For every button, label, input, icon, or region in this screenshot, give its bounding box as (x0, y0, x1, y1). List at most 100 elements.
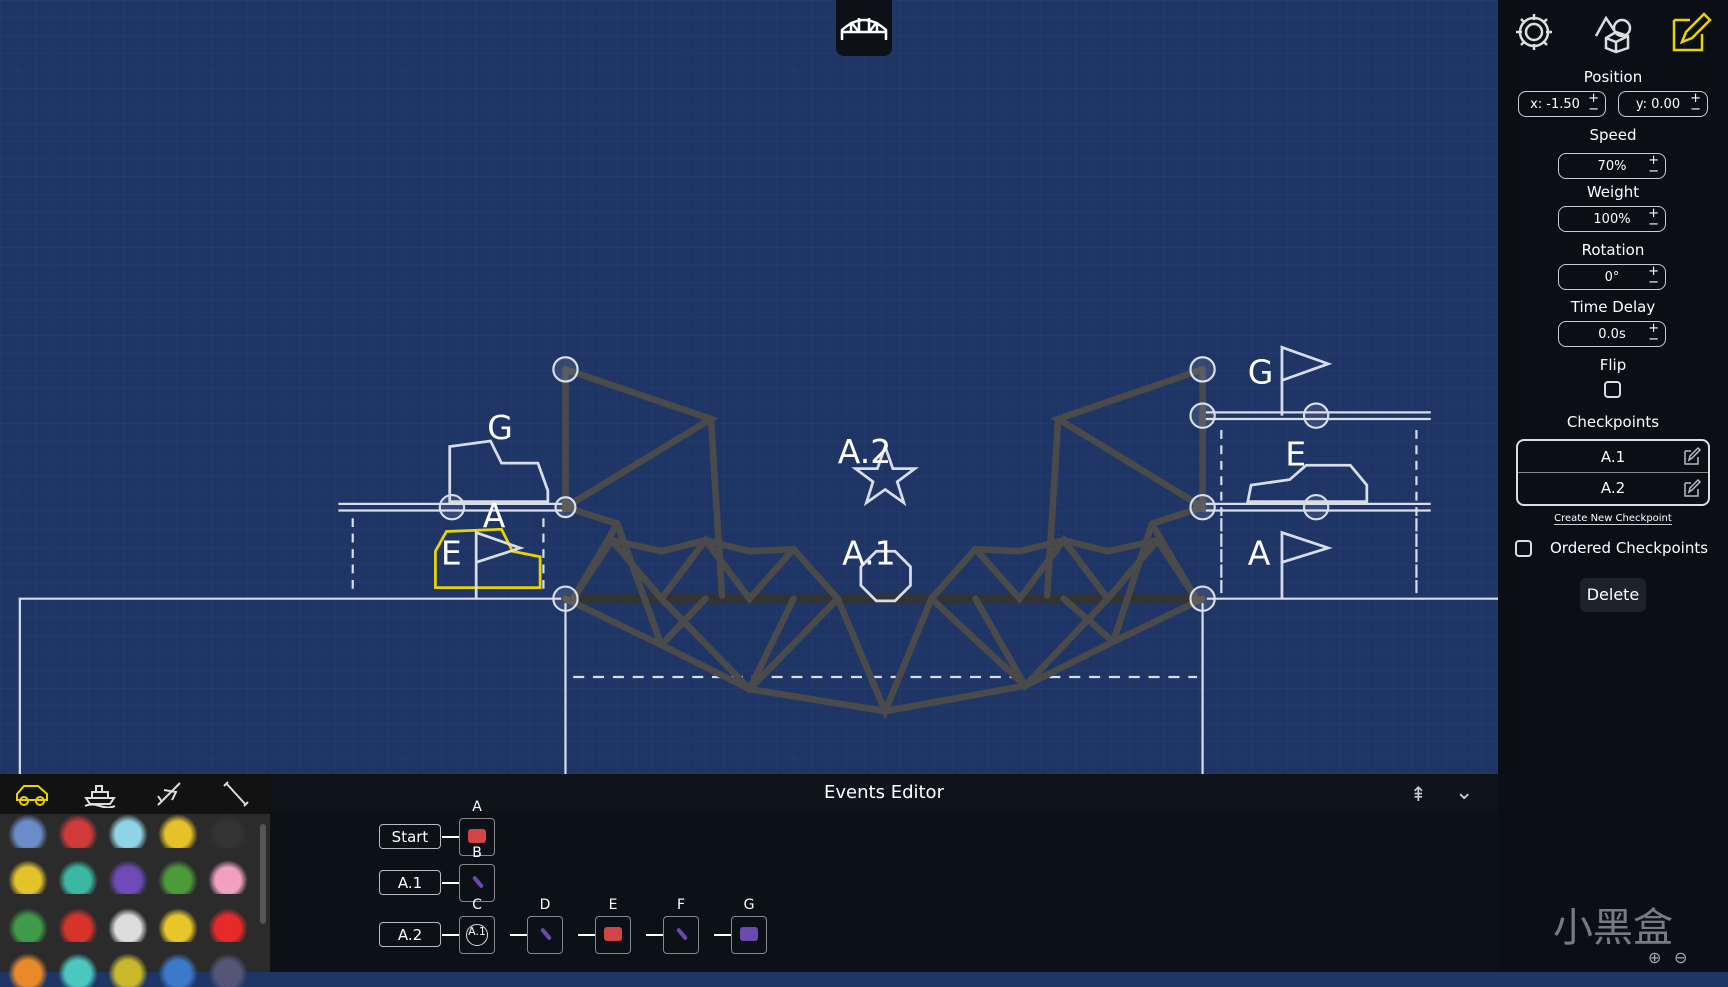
checkpoint-ref-icon: A.1 (466, 924, 488, 946)
rotation-label: Rotation (1581, 241, 1645, 259)
events-editor-title: Events Editor (824, 782, 944, 803)
event-trigger[interactable]: A.2 (379, 922, 441, 947)
purple-tool-icon (675, 927, 689, 941)
vehicle-item[interactable] (208, 953, 248, 987)
purple-tool-icon (539, 927, 553, 941)
bridge-scene[interactable]: G A E A.2 A.1 G E A (0, 0, 1498, 774)
flip-checkbox[interactable] (1604, 381, 1621, 398)
zoom-in-icon[interactable]: ⊕ (1648, 948, 1661, 967)
boat-icon[interactable] (82, 780, 118, 808)
weight-label: Weight (1586, 183, 1640, 201)
edit-icon[interactable] (1666, 10, 1714, 54)
gear-icon[interactable] (1510, 10, 1558, 54)
edit-checkpoint-icon[interactable] (1682, 446, 1702, 466)
speed-stepper[interactable]: + − (1648, 154, 1659, 178)
connector-arrow (646, 934, 663, 936)
vehicle-item[interactable] (158, 953, 198, 987)
connector-arrow (442, 882, 459, 884)
vehicle-item[interactable] (158, 860, 198, 894)
vehicle-item[interactable] (58, 908, 98, 942)
y-value: y: 0.00 (1635, 96, 1681, 112)
y-stepper[interactable]: + − (1690, 92, 1701, 116)
label-left-a: A (483, 496, 506, 535)
x-stepper[interactable]: + − (1588, 92, 1599, 116)
vehicle-item[interactable] (208, 860, 248, 894)
connector-arrow (442, 934, 459, 936)
create-new-checkpoint-link[interactable]: Create New Checkpoint (1498, 513, 1728, 525)
event-step-label: A (472, 799, 482, 815)
time-delay-value: 0.0s (1598, 326, 1626, 342)
event-step[interactable] (595, 916, 631, 954)
vehicle-item[interactable] (108, 908, 148, 942)
event-step-label: E (608, 897, 618, 913)
plane-icon[interactable] (150, 780, 186, 808)
zoom-out-icon[interactable]: ⊖ (1674, 948, 1687, 967)
connector-arrow (442, 836, 459, 838)
time-delay-stepper[interactable]: + − (1648, 322, 1659, 346)
event-trigger[interactable]: Start (379, 824, 441, 849)
weight-stepper[interactable]: + − (1648, 207, 1659, 231)
wrench-icon[interactable] (218, 780, 254, 808)
watermark: 小黑盒 (1553, 905, 1673, 951)
speed-value: 70% (1597, 158, 1627, 174)
vehicle-item[interactable] (158, 908, 198, 942)
vehicle-item[interactable] (158, 814, 198, 848)
event-step[interactable]: A.1 (459, 916, 495, 954)
red-truck-icon (468, 829, 486, 843)
events-editor-header: Events Editor (270, 774, 1498, 812)
vehicle-item[interactable] (8, 860, 48, 894)
vehicle-item[interactable] (108, 953, 148, 987)
red-car-icon (604, 927, 622, 941)
checkpoint-item[interactable]: A.2 (1518, 472, 1708, 503)
event-step-label: G (743, 897, 755, 913)
checkpoint-name: A.1 (1600, 447, 1626, 466)
vehicle-item[interactable] (208, 814, 248, 848)
align-icon[interactable]: ⇞ (1410, 782, 1427, 806)
bridge-mode-button[interactable] (836, 0, 892, 56)
vehicle-item[interactable] (8, 908, 48, 942)
time-delay-label: Time Delay (1570, 298, 1656, 316)
label-right-e: E (1285, 434, 1306, 473)
position-y-field[interactable]: y: 0.00 + − (1618, 91, 1708, 117)
event-step-label: C (472, 897, 482, 913)
vehicle-item[interactable] (58, 953, 98, 987)
checkpoints-label: Checkpoints (1566, 413, 1660, 431)
car-icon[interactable] (14, 780, 50, 808)
event-trigger[interactable]: A.1 (379, 870, 441, 895)
weight-value: 100% (1593, 211, 1631, 227)
rotation-stepper[interactable]: + − (1648, 265, 1659, 289)
vehicle-item[interactable] (58, 814, 98, 848)
vehicle-item[interactable] (8, 953, 48, 987)
delete-button[interactable]: Delete (1580, 578, 1646, 612)
vehicle-item[interactable] (58, 860, 98, 894)
speed-field[interactable]: 70% + − (1558, 153, 1666, 179)
edit-checkpoint-icon[interactable] (1682, 478, 1702, 498)
label-left-e: E (441, 534, 462, 573)
vehicle-item[interactable] (208, 908, 248, 942)
connector-arrow (714, 934, 731, 936)
vehicle-palette (0, 774, 270, 987)
label-a1: A.1 (842, 534, 896, 573)
bridge-icon (840, 18, 888, 40)
event-step[interactable] (663, 916, 699, 954)
ordered-checkpoints-checkbox[interactable] (1515, 540, 1532, 557)
vehicle-item[interactable] (108, 814, 148, 848)
event-step[interactable] (527, 916, 563, 954)
vehicle-item[interactable] (108, 860, 148, 894)
time-delay-field[interactable]: 0.0s + − (1558, 321, 1666, 347)
position-x-field[interactable]: x: -1.50 + − (1518, 91, 1606, 117)
checkpoints-list: A.1 A.2 (1516, 439, 1710, 506)
shapes-icon[interactable] (1588, 10, 1636, 54)
properties-panel: Position x: -1.50 + − y: 0.00 + − Speed 70% +… (1498, 0, 1728, 972)
event-step[interactable] (731, 916, 767, 954)
vehicle-scrollbar[interactable] (260, 824, 266, 924)
rotation-field[interactable]: 0° + − (1558, 264, 1666, 290)
purple-tool-icon (471, 875, 485, 889)
collapse-chevron-icon[interactable]: ⌄ (1455, 780, 1473, 805)
checkpoint-item[interactable]: A.1 (1518, 441, 1708, 472)
purple-car-icon (740, 927, 758, 941)
flip-label: Flip (1599, 356, 1627, 374)
weight-field[interactable]: 100% + − (1558, 206, 1666, 232)
vehicle-item[interactable] (8, 814, 48, 848)
event-step-label: D (539, 897, 551, 913)
